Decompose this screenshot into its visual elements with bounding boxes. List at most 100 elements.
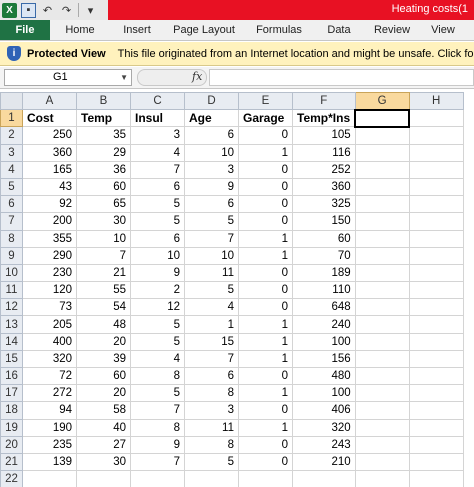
cell-e6[interactable]: 0 <box>238 195 293 214</box>
row-header-1[interactable]: 1 <box>0 109 23 128</box>
select-all-corner[interactable] <box>0 91 23 111</box>
cell-a18[interactable]: 94 <box>22 401 77 420</box>
cell-d7[interactable]: 5 <box>184 212 239 231</box>
cell-g9[interactable] <box>354 246 410 265</box>
cell-e22[interactable] <box>238 470 293 487</box>
cell-a2[interactable]: 250 <box>22 126 77 145</box>
cell-a3[interactable]: 360 <box>22 143 77 162</box>
save-icon[interactable]: ▪ <box>21 2 36 18</box>
cell-e5[interactable]: 0 <box>238 177 293 197</box>
cell-g21[interactable] <box>354 452 410 472</box>
cell-e12[interactable]: 0 <box>238 298 293 317</box>
cell-f6[interactable]: 325 <box>292 195 356 214</box>
cell-e1[interactable]: Garage <box>238 109 293 128</box>
cell-c3[interactable]: 4 <box>130 143 185 162</box>
cell-b14[interactable]: 20 <box>76 332 131 351</box>
cell-g4[interactable] <box>354 160 410 179</box>
cell-g20[interactable] <box>354 435 410 454</box>
cell-a13[interactable]: 205 <box>22 315 77 334</box>
cell-g17[interactable] <box>354 384 410 403</box>
cell-e19[interactable]: 1 <box>238 418 293 437</box>
cell-h13[interactable] <box>408 315 464 334</box>
cell-h5[interactable] <box>408 177 464 197</box>
cell-e10[interactable]: 0 <box>238 263 293 283</box>
cell-d17[interactable]: 8 <box>184 384 239 403</box>
cell-f1[interactable]: Temp*Ins <box>292 109 356 128</box>
cell-b11[interactable]: 55 <box>76 281 131 300</box>
cell-c19[interactable]: 8 <box>130 418 185 437</box>
cell-g13[interactable] <box>354 315 410 334</box>
row-header-7[interactable]: 7 <box>0 212 23 231</box>
cell-f17[interactable]: 100 <box>292 384 356 403</box>
cell-f7[interactable]: 150 <box>292 212 356 231</box>
cell-c13[interactable]: 5 <box>130 315 185 334</box>
cell-b21[interactable]: 30 <box>76 452 131 472</box>
row-header-17[interactable]: 17 <box>0 384 23 403</box>
cell-g16[interactable] <box>354 366 410 386</box>
cell-e9[interactable]: 1 <box>238 246 293 265</box>
cell-b4[interactable]: 36 <box>76 160 131 179</box>
cell-b1[interactable]: Temp <box>76 109 131 128</box>
cell-g19[interactable] <box>354 418 410 437</box>
cell-h15[interactable] <box>408 349 464 369</box>
cell-f16[interactable]: 480 <box>292 366 356 386</box>
cell-c11[interactable]: 2 <box>130 281 185 300</box>
cell-c9[interactable]: 10 <box>130 246 185 265</box>
cell-d2[interactable]: 6 <box>184 126 239 145</box>
redo-icon[interactable]: ↷ <box>59 3 74 18</box>
cell-b19[interactable]: 40 <box>76 418 131 437</box>
cell-f14[interactable]: 100 <box>292 332 356 351</box>
cell-b15[interactable]: 39 <box>76 349 131 369</box>
cell-d16[interactable]: 6 <box>184 366 239 386</box>
row-header-21[interactable]: 21 <box>0 452 23 472</box>
cell-b9[interactable]: 7 <box>76 246 131 265</box>
row-header-19[interactable]: 19 <box>0 418 23 437</box>
cell-c2[interactable]: 3 <box>130 126 185 145</box>
cell-d12[interactable]: 4 <box>184 298 239 317</box>
tab-review[interactable]: Review <box>364 20 420 40</box>
cell-e20[interactable]: 0 <box>238 435 293 454</box>
cell-a6[interactable]: 92 <box>22 195 77 214</box>
cell-b7[interactable]: 30 <box>76 212 131 231</box>
cell-a22[interactable] <box>22 470 77 487</box>
formula-input[interactable] <box>209 69 474 86</box>
tab-formulas[interactable]: Formulas <box>244 20 314 40</box>
cell-e16[interactable]: 0 <box>238 366 293 386</box>
cell-c15[interactable]: 4 <box>130 349 185 369</box>
cell-a5[interactable]: 43 <box>22 177 77 197</box>
cell-d6[interactable]: 6 <box>184 195 239 214</box>
column-header-g[interactable]: G <box>354 91 410 111</box>
cell-b2[interactable]: 35 <box>76 126 131 145</box>
tab-data[interactable]: Data <box>314 20 364 40</box>
cell-a10[interactable]: 230 <box>22 263 77 283</box>
cell-h6[interactable] <box>408 195 464 214</box>
cell-g12[interactable] <box>354 298 410 317</box>
cell-h9[interactable] <box>408 246 464 265</box>
cell-h1[interactable] <box>408 109 464 128</box>
cell-g5[interactable] <box>354 177 410 197</box>
cell-a17[interactable]: 272 <box>22 384 77 403</box>
cell-e3[interactable]: 1 <box>238 143 293 162</box>
cell-c17[interactable]: 5 <box>130 384 185 403</box>
cell-b10[interactable]: 21 <box>76 263 131 283</box>
cell-b18[interactable]: 58 <box>76 401 131 420</box>
cell-g22[interactable] <box>354 470 410 487</box>
cell-b17[interactable]: 20 <box>76 384 131 403</box>
row-header-14[interactable]: 14 <box>0 332 23 351</box>
cell-g2[interactable] <box>354 126 410 145</box>
cell-d19[interactable]: 11 <box>184 418 239 437</box>
cell-c20[interactable]: 9 <box>130 435 185 454</box>
row-header-11[interactable]: 11 <box>0 281 23 300</box>
cell-h11[interactable] <box>408 281 464 300</box>
row-header-6[interactable]: 6 <box>0 195 23 214</box>
row-header-13[interactable]: 13 <box>0 315 23 334</box>
cell-f8[interactable]: 60 <box>292 229 356 248</box>
cell-e18[interactable]: 0 <box>238 401 293 420</box>
cell-a21[interactable]: 139 <box>22 452 77 472</box>
cell-c4[interactable]: 7 <box>130 160 185 179</box>
cell-h12[interactable] <box>408 298 464 317</box>
cell-f21[interactable]: 210 <box>292 452 356 472</box>
cell-d5[interactable]: 9 <box>184 177 239 197</box>
cell-a20[interactable]: 235 <box>22 435 77 454</box>
cell-f10[interactable]: 189 <box>292 263 356 283</box>
